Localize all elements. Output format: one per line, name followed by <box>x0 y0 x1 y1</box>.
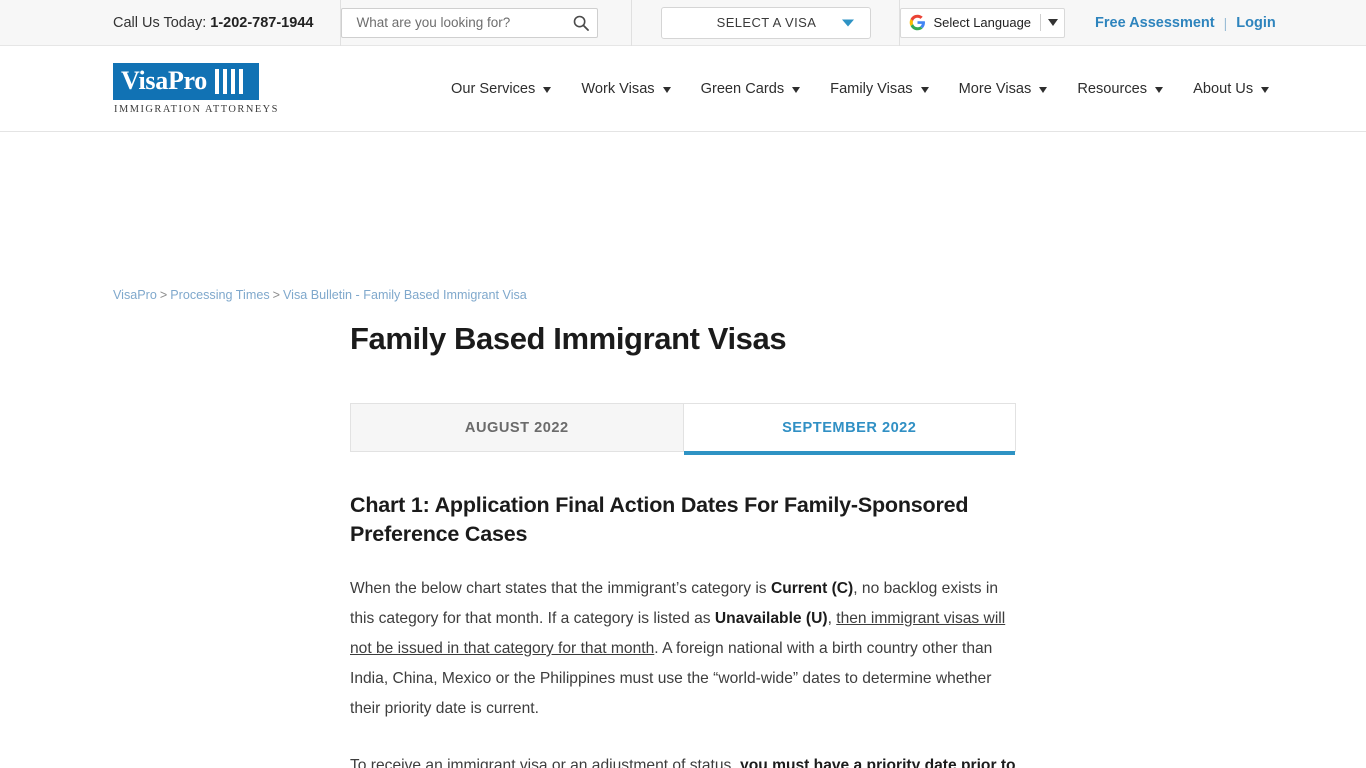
page-content: VisaPro > Processing Times > Visa Bulletin -… <box>0 132 1366 768</box>
unavailable-u-bold: Unavailable (U) <box>714 609 828 627</box>
nav-label: Work Visas <box>581 80 655 97</box>
breadcrumb: VisaPro > Processing Times > Visa Bulletin -… <box>113 288 527 302</box>
tab-label: AUGUST 2022 <box>464 419 569 436</box>
nav-label: Resources <box>1077 80 1148 97</box>
priority-date-paragraph: To receive an immigrant visa or an adjus… <box>350 751 1016 768</box>
nav-label: About Us <box>1193 80 1254 97</box>
nav-label: More Visas <box>958 80 1032 97</box>
site-header: VisaPro IMMIGRATION ATTORNEYS Our Servic… <box>0 46 1366 132</box>
para2-text-1: To receive an immigrant visa or an adjus… <box>350 757 741 768</box>
chevron-down-icon <box>1039 86 1048 93</box>
logo-wordmark: VisaPro <box>121 66 208 95</box>
breadcrumb-separator: > <box>272 288 280 302</box>
current-c-bold: Current (C) <box>770 579 854 597</box>
nav-item-more-visas[interactable]: More Visas <box>944 81 1063 97</box>
article-body: Family Based Immigrant Visas AUGUST 2022… <box>350 320 1016 768</box>
chart-heading: Chart 1: Application Final Action Dates … <box>350 493 969 546</box>
chevron-down-icon <box>842 19 855 26</box>
logo-tagline: IMMIGRATION ATTORNEYS <box>114 103 279 115</box>
top-links-section: Free Assessment | Login <box>1095 0 1276 46</box>
nav-label: Green Cards <box>700 80 785 97</box>
chevron-down-icon <box>662 86 671 93</box>
select-language-label: Select Language <box>933 15 1032 30</box>
nav-label: Family Visas <box>830 80 913 97</box>
nav-item-about-us[interactable]: About Us <box>1178 81 1284 97</box>
chevron-down-icon <box>1155 86 1164 93</box>
page-title: Family Based Immigrant Visas <box>350 321 787 356</box>
para1-text-3: , <box>827 609 837 627</box>
search-section <box>341 0 633 46</box>
call-us-label: Call Us Today: <box>113 14 211 31</box>
phone-number[interactable]: 1-202-787-1944 <box>210 15 313 31</box>
tab-september-2022[interactable]: SEPTEMBER 2022 <box>683 404 1015 456</box>
chevron-down-icon <box>543 86 552 93</box>
chevron-down-icon[interactable] <box>1048 19 1059 26</box>
chevron-down-icon <box>1261 86 1270 93</box>
nav-label: Our Services <box>451 80 536 97</box>
call-us-text: Call Us Today: 1-202-787-1944 <box>113 15 313 31</box>
tab-august-2022[interactable]: AUGUST 2022 <box>351 404 684 452</box>
logo-bars-icon <box>215 68 244 94</box>
search-input[interactable] <box>354 14 574 31</box>
tab-label: SEPTEMBER 2022 <box>782 419 917 436</box>
google-translate-widget[interactable]: Select Language <box>900 7 1066 38</box>
top-utility-bar: Call Us Today: 1-202-787-1944 SELECT A V… <box>0 0 1366 46</box>
breadcrumb-item-visa-bulletin[interactable]: Visa Bulletin - Family Based Immigrant V… <box>283 288 527 302</box>
select-a-visa-dropdown[interactable]: SELECT A VISA <box>661 6 872 39</box>
nav-item-family-visas[interactable]: Family Visas <box>815 81 943 97</box>
breadcrumb-separator: > <box>159 288 168 302</box>
site-logo[interactable]: VisaPro IMMIGRATION ATTORNEYS <box>113 62 279 115</box>
para1-text-1: When the below chart states that the imm… <box>350 579 771 597</box>
breadcrumb-item-processing-times[interactable]: Processing Times <box>170 288 269 302</box>
call-us-section: Call Us Today: 1-202-787-1944 <box>0 0 342 46</box>
language-divider <box>1040 14 1042 31</box>
logo-banner: VisaPro <box>113 62 259 100</box>
visa-select-section: SELECT A VISA <box>632 0 901 46</box>
top-links-separator: | <box>1223 14 1228 31</box>
select-a-visa-label: SELECT A VISA <box>716 15 817 30</box>
chevron-down-icon <box>920 86 929 93</box>
chevron-down-icon <box>792 86 801 93</box>
login-link[interactable]: Login <box>1236 15 1275 31</box>
nav-item-work-visas[interactable]: Work Visas <box>566 81 685 97</box>
nav-item-resources[interactable]: Resources <box>1062 81 1178 97</box>
free-assessment-link[interactable]: Free Assessment <box>1095 15 1215 31</box>
nav-item-green-cards[interactable]: Green Cards <box>686 81 816 97</box>
breadcrumb-item-visapro[interactable]: VisaPro <box>113 288 157 302</box>
search-box[interactable] <box>341 7 599 38</box>
nav-item-our-services[interactable]: Our Services <box>451 81 566 97</box>
main-navigation: Our Services Work Visas Green Cards Fami… <box>451 81 1284 97</box>
language-section: Select Language <box>900 0 1095 46</box>
intro-paragraph: When the below chart states that the imm… <box>350 574 1016 724</box>
search-icon[interactable] <box>573 15 590 31</box>
month-tabs: AUGUST 2022 SEPTEMBER 2022 <box>350 403 1016 456</box>
google-g-icon <box>909 14 926 31</box>
